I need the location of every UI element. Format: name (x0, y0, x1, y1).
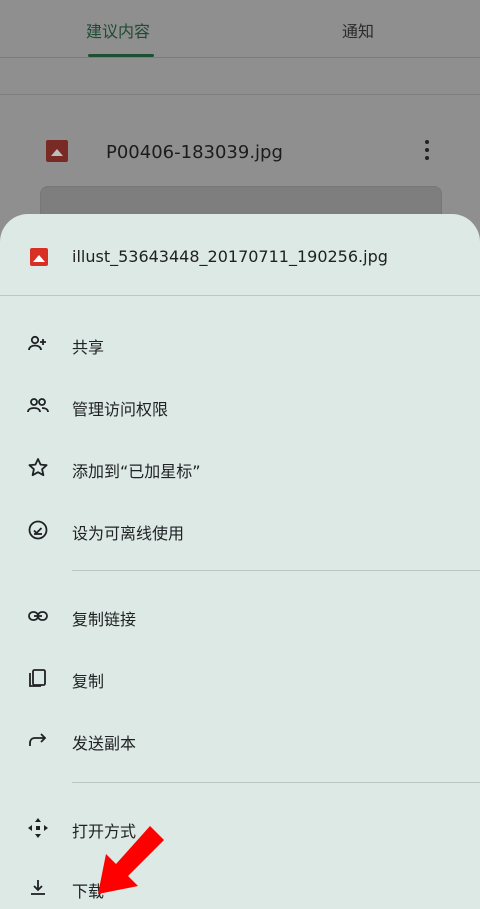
menu-item-label: 复制链接 (72, 610, 137, 629)
download-icon (31, 880, 45, 895)
menu-divider (72, 570, 480, 571)
menu-item-copy[interactable]: 复制 (0, 654, 480, 702)
forward-icon (29, 733, 47, 746)
link-icon (28, 611, 48, 621)
annotation-arrow-icon (98, 826, 164, 894)
image-file-icon (46, 140, 68, 162)
background-file-name: P00406-183039.jpg (106, 142, 283, 163)
menu-item-copy-link[interactable]: 复制链接 (0, 592, 480, 640)
menu-item-share[interactable]: 共享 (0, 320, 480, 368)
menu-item-open-with[interactable]: 打开方式 (0, 804, 480, 852)
menu-item-label: 管理访问权限 (72, 400, 169, 419)
bottom-sheet: illust_53643448_20170711_190256.jpg 共享 管… (0, 214, 480, 909)
background-file-row[interactable]: P00406-183039.jpg (0, 128, 480, 176)
menu-item-label: 发送副本 (72, 734, 137, 753)
more-options-icon[interactable] (424, 140, 430, 162)
menu-item-label: 共享 (72, 338, 105, 357)
menu-item-label: 复制 (72, 672, 105, 691)
menu-divider (72, 782, 480, 783)
tab-suggested[interactable]: 建议内容 (86, 18, 150, 42)
sheet-file-name: illust_53643448_20170711_190256.jpg (72, 247, 388, 266)
sheet-header: illust_53643448_20170711_190256.jpg (0, 214, 480, 296)
add-person-icon (28, 335, 46, 351)
offline-icon (28, 520, 48, 540)
menu-item-label: 添加到“已加星标” (72, 462, 201, 481)
divider (0, 94, 480, 95)
menu-item-add-to-starred[interactable]: 添加到“已加星标” (0, 444, 480, 492)
menu-item-label: 设为可离线使用 (72, 524, 185, 543)
menu-item-send-copy[interactable]: 发送副本 (0, 716, 480, 764)
open-with-icon (28, 818, 48, 838)
copy-icon (29, 669, 46, 687)
people-icon (27, 398, 49, 413)
menu-item-manage-access[interactable]: 管理访问权限 (0, 382, 480, 430)
image-file-icon (30, 248, 48, 266)
tab-notifications[interactable]: 通知 (342, 18, 374, 42)
menu-item-make-offline[interactable]: 设为可离线使用 (0, 506, 480, 554)
star-icon (28, 458, 48, 477)
tab-bar: 建议内容 通知 (0, 0, 480, 58)
active-tab-indicator (88, 54, 154, 57)
menu-item-download[interactable]: 下载 (0, 864, 480, 909)
